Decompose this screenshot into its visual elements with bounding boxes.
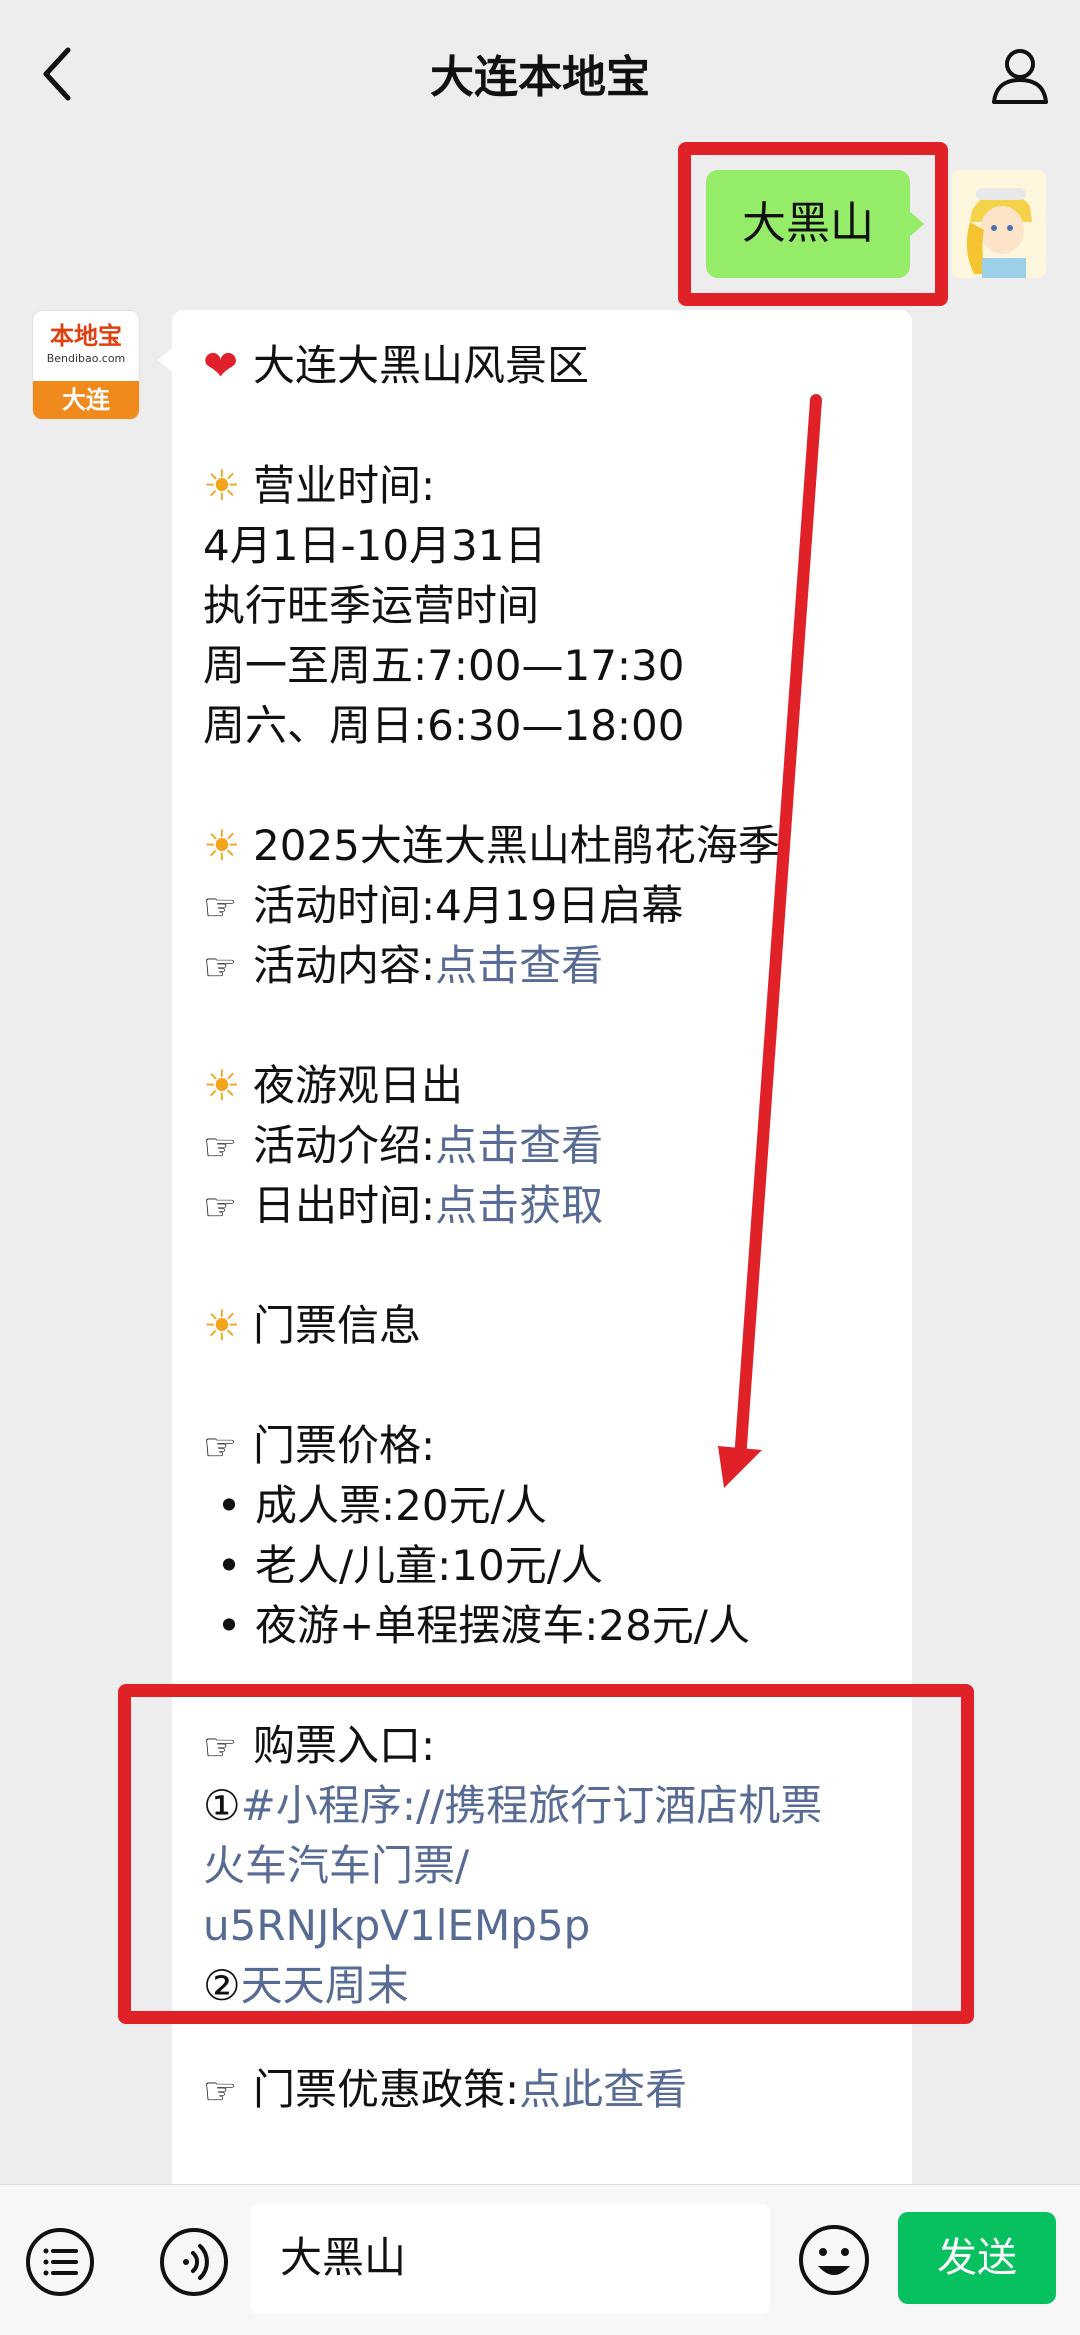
- hours-heading-text: 营业时间:: [253, 461, 436, 510]
- price-night-text: 夜游+单程摆渡车:28元/人: [255, 1601, 750, 1650]
- bot-avatar[interactable]: 本地宝 Bendibao.com 大连: [32, 310, 140, 420]
- bullet-icon: •: [216, 1541, 242, 1590]
- discount-row: ☞ 门票优惠政策:点此查看: [203, 2060, 687, 2120]
- sun-icon: ☀: [203, 1301, 241, 1350]
- sun-icon: ☀: [203, 1061, 241, 1110]
- bullet-icon: •: [216, 1481, 242, 1530]
- festival-content-label: 活动内容:: [253, 941, 436, 990]
- festival-content: ☞ 活动内容:点击查看: [203, 936, 603, 996]
- message-input-text[interactable]: 大黑山: [280, 2226, 406, 2290]
- sun-icon: ☀: [203, 821, 241, 870]
- date-range: 4月1日-10月31日: [203, 521, 547, 570]
- season-note: 执行旺季运营时间: [203, 581, 540, 630]
- festival-heading-text: 2025大连大黑山杜鹃花海季: [253, 821, 780, 870]
- price-senior: • 老人/儿童:10元/人: [203, 1536, 603, 1596]
- festival-content-link[interactable]: 点击查看: [435, 941, 603, 990]
- heart-icon: ❤: [203, 341, 239, 390]
- price-adult-text: 成人票:20元/人: [255, 1481, 547, 1530]
- annotation-box-purchase: [118, 1684, 974, 2024]
- send-button[interactable]: 发送: [898, 2212, 1056, 2304]
- bullet-icon: •: [216, 1601, 242, 1650]
- price-adult: • 成人票:20元/人: [203, 1476, 547, 1536]
- pointing-hand-icon: ☞: [203, 2069, 238, 2113]
- night-intro-link[interactable]: 点击查看: [435, 1121, 603, 1170]
- sunrise-link[interactable]: 点击获取: [435, 1181, 603, 1230]
- bot-logo: 本地宝 Bendibao.com: [33, 311, 139, 383]
- sunrise-label: 日出时间:: [253, 1181, 436, 1230]
- pointing-hand-icon: ☞: [203, 945, 238, 989]
- sun-icon: ☀: [203, 461, 241, 510]
- festival-time: ☞ 活动时间:4月19日启幕: [203, 876, 683, 936]
- menu-icon[interactable]: [24, 2226, 96, 2298]
- message-title-text: 大连大黑山风景区: [253, 341, 590, 390]
- page-title: 大连本地宝: [430, 52, 650, 103]
- night-intro: ☞ 活动介绍:点击查看: [203, 1116, 603, 1176]
- night-intro-label: 活动介绍:: [253, 1121, 436, 1170]
- weekday-hours: 周一至周五:7:00—17:30: [203, 641, 685, 690]
- bot-logo-title: 本地宝: [50, 322, 122, 350]
- user-avatar-image: [952, 170, 1046, 278]
- price-heading: ☞ 门票价格:: [203, 1416, 435, 1476]
- night-heading: ☀ 夜游观日出: [203, 1056, 463, 1116]
- price-senior-text: 老人/儿童:10元/人: [255, 1541, 603, 1590]
- profile-icon[interactable]: [988, 44, 1052, 108]
- price-heading-text: 门票价格:: [253, 1421, 436, 1470]
- user-avatar[interactable]: [952, 170, 1046, 278]
- annotation-box-user-message: [678, 142, 948, 306]
- night-heading-text: 夜游观日出: [253, 1061, 464, 1110]
- festival-time-text: 活动时间:4月19日启幕: [253, 881, 684, 930]
- bot-logo-domain: Bendibao.com: [46, 352, 126, 365]
- hours-heading: ☀ 营业时间:: [203, 456, 435, 516]
- bot-logo-city: 大连: [33, 381, 139, 419]
- weekend-hours: 周六、周日:6:30—18:00: [203, 701, 685, 750]
- price-night: • 夜游+单程摆渡车:28元/人: [203, 1596, 750, 1656]
- festival-heading: ☀ 2025大连大黑山杜鹃花海季: [203, 816, 780, 876]
- ticket-heading: ☀ 门票信息: [203, 1296, 421, 1356]
- sunrise-time: ☞ 日出时间:点击获取: [203, 1176, 603, 1236]
- back-arrow-icon[interactable]: [38, 44, 78, 104]
- pointing-hand-icon: ☞: [203, 885, 238, 929]
- voice-icon[interactable]: [158, 2226, 230, 2298]
- emoji-icon[interactable]: [796, 2222, 872, 2298]
- pointing-hand-icon: ☞: [203, 1185, 238, 1229]
- discount-link[interactable]: 点此查看: [519, 2065, 687, 2114]
- message-title: ❤ 大连大黑山风景区: [203, 336, 589, 396]
- pointing-hand-icon: ☞: [203, 1125, 238, 1169]
- ticket-heading-text: 门票信息: [253, 1301, 422, 1350]
- pointing-hand-icon: ☞: [203, 1425, 238, 1469]
- discount-label: 门票优惠政策:: [253, 2065, 520, 2114]
